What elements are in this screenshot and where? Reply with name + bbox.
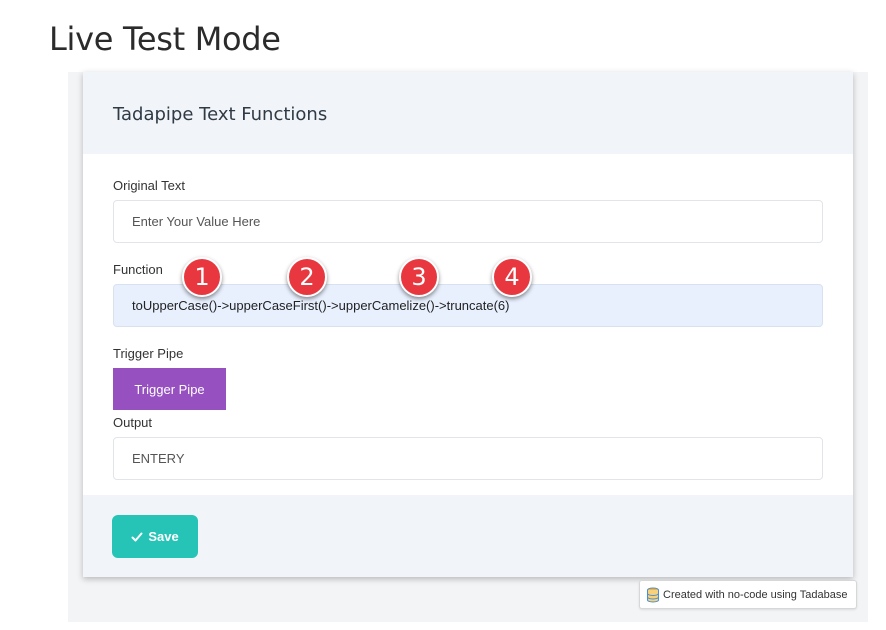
annotation-badge-1: 1 (182, 257, 222, 297)
output-value: ENTERY (132, 451, 185, 466)
original-text-placeholder: Enter Your Value Here (132, 214, 261, 229)
trigger-pipe-button[interactable]: Trigger Pipe (113, 368, 226, 410)
trigger-pipe-label: Trigger Pipe (113, 346, 184, 361)
function-value: toUpperCase()->upperCaseFirst()->upperCa… (132, 298, 510, 313)
form-card: Tadapipe Text Functions Original Text En… (83, 72, 853, 577)
credit-text: Created with no-code using Tadabase (663, 588, 848, 601)
original-text-input[interactable]: Enter Your Value Here (113, 200, 823, 243)
output-field[interactable]: ENTERY (113, 437, 823, 480)
database-icon (647, 587, 659, 603)
original-text-label: Original Text (113, 178, 186, 193)
card-title: Tadapipe Text Functions (113, 104, 328, 125)
annotation-badge-3: 3 (399, 257, 439, 297)
function-label: Function (113, 262, 163, 277)
function-input[interactable]: toUpperCase()->upperCaseFirst()->upperCa… (113, 284, 823, 327)
check-icon (131, 532, 143, 541)
card-footer: Save (83, 495, 853, 577)
tadabase-credit-link[interactable]: Created with no-code using Tadabase (639, 580, 857, 609)
page-title: Live Test Mode (49, 20, 281, 58)
annotation-badge-2: 2 (287, 257, 327, 297)
save-button[interactable]: Save (112, 515, 198, 558)
save-label: Save (148, 529, 179, 544)
annotation-badge-4: 4 (492, 257, 532, 297)
output-label: Output (113, 415, 153, 430)
card-header: Tadapipe Text Functions (83, 72, 853, 154)
